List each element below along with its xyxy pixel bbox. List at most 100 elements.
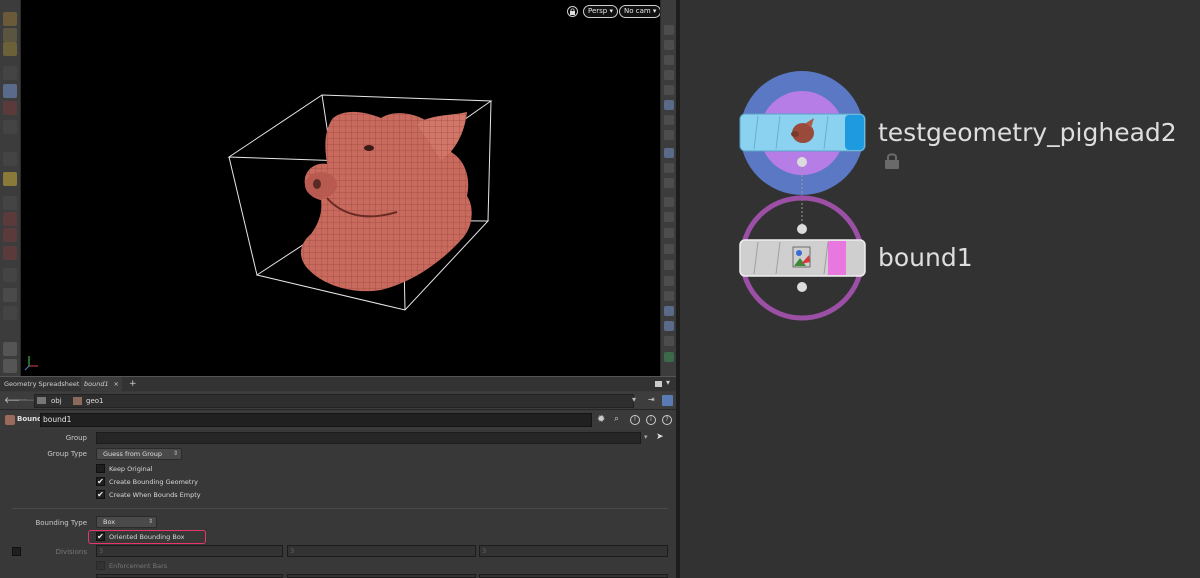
right-toolbar xyxy=(660,0,676,376)
gear-icon[interactable]: ✹ xyxy=(597,414,605,425)
node-name-field[interactable]: bound1 xyxy=(40,413,592,427)
bound-node[interactable] xyxy=(739,239,866,277)
bound-input-port[interactable] xyxy=(797,224,807,234)
display-flag[interactable] xyxy=(828,241,846,275)
parameter-header: Bound bound1 ✹ ⌕ ! i ? xyxy=(0,411,676,430)
pose-tool-icon[interactable] xyxy=(3,42,17,56)
next-row-field-2 xyxy=(287,574,476,578)
divisions-x-value: 3 xyxy=(99,547,104,555)
diamond-icon[interactable] xyxy=(664,336,674,346)
grid-tool-icon[interactable] xyxy=(3,268,17,282)
grid-icon[interactable] xyxy=(664,40,674,50)
breadcrumb-obj[interactable]: obj xyxy=(51,395,62,407)
network-editor[interactable]: testgeometry_pighead2 bound1 xyxy=(680,0,1200,578)
bounding-type-value: Box xyxy=(103,518,116,526)
section-divider xyxy=(12,508,668,509)
headlight-icon[interactable] xyxy=(664,100,674,110)
path-field[interactable] xyxy=(34,394,634,408)
bulb-alt-icon[interactable] xyxy=(664,130,674,140)
pen-icon[interactable] xyxy=(664,228,674,238)
lock-view-icon[interactable] xyxy=(3,84,17,98)
scale-tool-icon[interactable] xyxy=(3,228,17,242)
transform-tool-icon[interactable] xyxy=(3,196,17,210)
pighead-node[interactable] xyxy=(739,113,866,152)
divisions-x-field[interactable] xyxy=(96,545,283,557)
display-tool-icon[interactable] xyxy=(3,306,17,320)
pighead-node-name[interactable]: testgeometry_pighead2 xyxy=(878,118,1177,147)
handle-tool-icon[interactable] xyxy=(3,101,17,115)
create-when-empty-checkbox[interactable]: ✔ xyxy=(96,490,105,499)
bounding-type-menu[interactable]: Box ⇕ xyxy=(96,516,157,528)
tab-close-icon[interactable]: × xyxy=(114,377,119,391)
group-select-arrow-icon[interactable]: ➤ xyxy=(656,432,664,442)
create-when-empty-label: Create When Bounds Empty xyxy=(109,491,201,499)
group-type-value: Guess from Group xyxy=(103,450,162,458)
group-type-menu[interactable]: Guess from Group ⇕ xyxy=(96,448,182,460)
normals-icon[interactable] xyxy=(664,178,674,188)
perspective-menu[interactable]: Persp ▾ xyxy=(583,5,618,18)
rotate-tool-icon[interactable] xyxy=(3,212,17,226)
divisions-y-field[interactable] xyxy=(287,545,476,557)
next-row-field-3 xyxy=(479,574,668,578)
divisions-label: Divisions xyxy=(55,548,87,556)
bound-node-name[interactable]: bound1 xyxy=(878,243,973,272)
camera-menu[interactable]: No cam ▾ xyxy=(619,5,660,18)
pane-maximize-icon[interactable] xyxy=(655,381,662,387)
cube-icon[interactable] xyxy=(664,260,674,270)
lock-icon[interactable] xyxy=(664,55,674,65)
divisions-z-field[interactable] xyxy=(479,545,668,557)
tab-bound1-label: bound1 xyxy=(84,380,109,388)
pighead-output-port[interactable] xyxy=(797,157,807,167)
dot-icon[interactable] xyxy=(664,197,674,207)
tab-bound1[interactable]: bound1 × xyxy=(81,377,122,391)
pin-icon[interactable]: ⇥ xyxy=(648,395,655,404)
help-icon[interactable]: ? xyxy=(662,415,672,425)
view-tool-icon[interactable] xyxy=(3,172,17,186)
path-dropdown-icon[interactable]: ▾ xyxy=(632,395,636,404)
texture-icon[interactable] xyxy=(664,148,674,158)
select-mode-icon[interactable] xyxy=(664,321,674,331)
bound-output-port[interactable] xyxy=(797,282,807,292)
camera-tool-icon[interactable] xyxy=(3,120,17,134)
render-region-icon[interactable] xyxy=(664,352,674,362)
bound-sop-icon xyxy=(5,415,15,425)
snap-tool-icon[interactable] xyxy=(3,152,17,166)
group-label: Group xyxy=(65,434,87,442)
template-flag[interactable] xyxy=(845,115,864,150)
node-lock-icon[interactable] xyxy=(883,152,901,172)
split-icon[interactable] xyxy=(664,276,674,286)
group-dropdown-icon[interactable]: ▾ xyxy=(644,433,648,441)
snapshot-icon[interactable] xyxy=(664,306,674,316)
render-tool-icon[interactable] xyxy=(3,359,17,373)
tab-geometry-spreadsheet[interactable]: Geometry Spreadsheet xyxy=(1,377,82,391)
light-tool-icon[interactable] xyxy=(3,342,17,356)
select-tool-icon[interactable] xyxy=(3,12,17,26)
enforcement-bars-checkbox[interactable] xyxy=(96,561,105,570)
playback-tool-icon[interactable] xyxy=(3,288,17,302)
points-icon[interactable] xyxy=(664,163,674,173)
viewport-lock-icon[interactable] xyxy=(567,6,578,17)
3d-viewport[interactable]: Persp ▾ No cam ▾ xyxy=(21,0,660,376)
bulb-icon[interactable] xyxy=(664,115,674,125)
breadcrumb-geo1[interactable]: geo1 xyxy=(86,395,104,407)
keep-original-checkbox[interactable] xyxy=(96,464,105,473)
help-search-icon[interactable]: ⌕ xyxy=(614,414,619,424)
link-icon[interactable] xyxy=(662,395,673,406)
ghost-icon[interactable] xyxy=(664,25,674,35)
light-icon[interactable] xyxy=(664,70,674,80)
info-icon[interactable]: ! xyxy=(630,415,640,425)
line-icon[interactable] xyxy=(664,212,674,222)
group-field[interactable] xyxy=(96,432,641,444)
brush-tool-icon[interactable] xyxy=(3,28,17,42)
magnet-tool-icon[interactable] xyxy=(3,246,17,260)
pane-menu-icon[interactable]: ▾ xyxy=(666,378,670,387)
layout-icon[interactable] xyxy=(664,291,674,301)
brush-icon[interactable] xyxy=(664,244,674,254)
sop-type-label: Bound xyxy=(17,415,43,423)
create-bounding-geometry-checkbox[interactable]: ✔ xyxy=(96,477,105,486)
add-tab-button[interactable]: + xyxy=(126,377,140,391)
arrow-select-icon[interactable] xyxy=(3,66,17,80)
oriented-bbox-checkbox[interactable]: ✔ xyxy=(96,532,105,541)
comment-icon[interactable]: i xyxy=(646,415,656,425)
shading-icon[interactable] xyxy=(664,85,674,95)
